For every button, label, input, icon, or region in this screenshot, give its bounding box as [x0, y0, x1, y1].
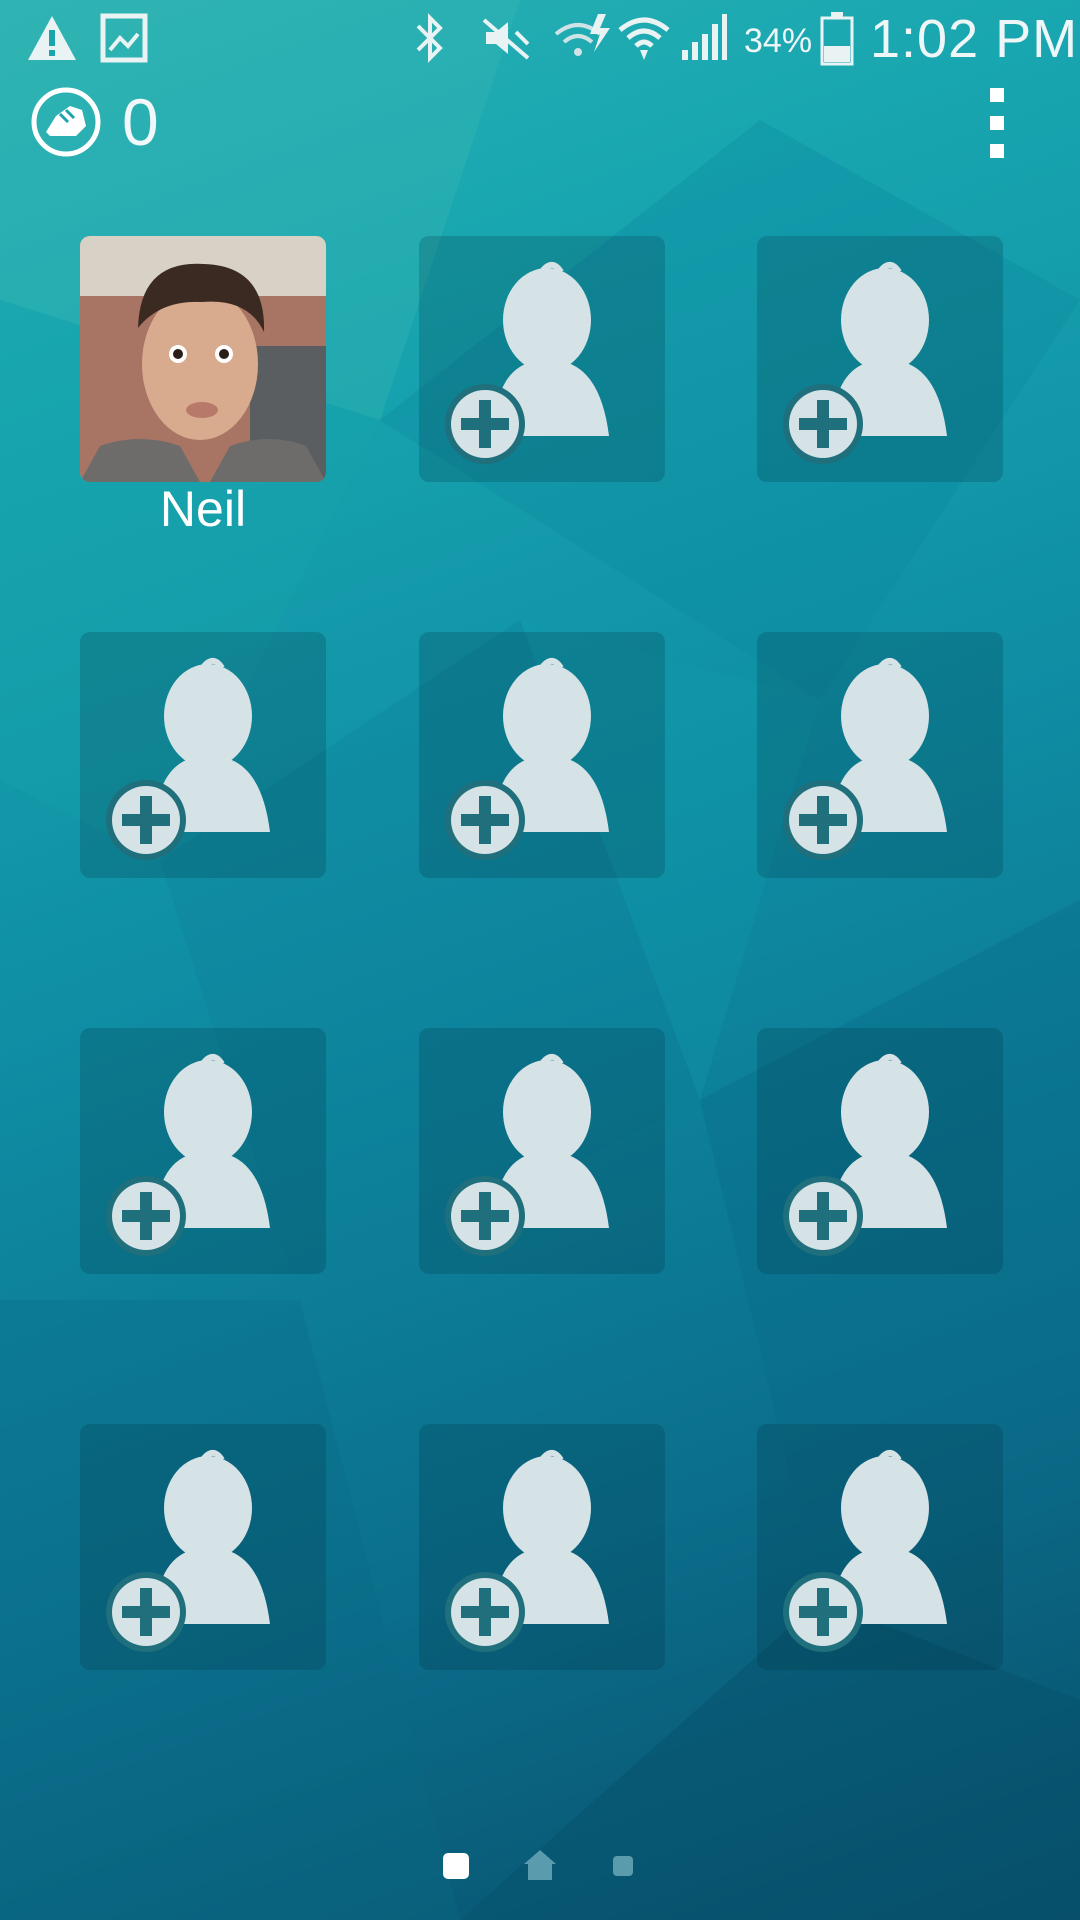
- empty-contact-slot[interactable]: [757, 236, 1003, 482]
- empty-contact-slot[interactable]: [757, 1028, 1003, 1274]
- contact-tile-neil[interactable]: [80, 236, 326, 482]
- add-contact-icon: [445, 1450, 609, 1652]
- add-contact-icon: [783, 1450, 947, 1652]
- add-contact-icon: [445, 1054, 609, 1256]
- page-dot[interactable]: [612, 1855, 634, 1877]
- page-indicator: [0, 1846, 1080, 1886]
- empty-contact-slot[interactable]: [757, 632, 1003, 878]
- add-contact-icon: [445, 262, 609, 464]
- empty-contact-slot[interactable]: [80, 632, 326, 878]
- add-contact-icon: [783, 1054, 947, 1256]
- add-contact-icon: [783, 262, 947, 464]
- contact-grid: Neil: [0, 0, 1080, 1920]
- empty-contact-slot[interactable]: [419, 1028, 665, 1274]
- contact-photo: [80, 236, 326, 482]
- empty-contact-slot[interactable]: [757, 1424, 1003, 1670]
- page-dot-active[interactable]: [442, 1852, 470, 1880]
- empty-contact-slot[interactable]: [419, 1424, 665, 1670]
- empty-contact-slot[interactable]: [419, 632, 665, 878]
- add-contact-icon: [106, 1054, 270, 1256]
- empty-contact-slot[interactable]: [419, 236, 665, 482]
- home-icon[interactable]: [522, 1848, 558, 1882]
- add-contact-icon: [106, 1450, 270, 1652]
- contact-name: Neil: [159, 481, 247, 537]
- add-contact-icon: [106, 658, 270, 860]
- add-contact-icon: [445, 658, 609, 860]
- add-contact-icon: [783, 658, 947, 860]
- empty-contact-slot[interactable]: [80, 1028, 326, 1274]
- empty-contact-slot[interactable]: [80, 1424, 326, 1670]
